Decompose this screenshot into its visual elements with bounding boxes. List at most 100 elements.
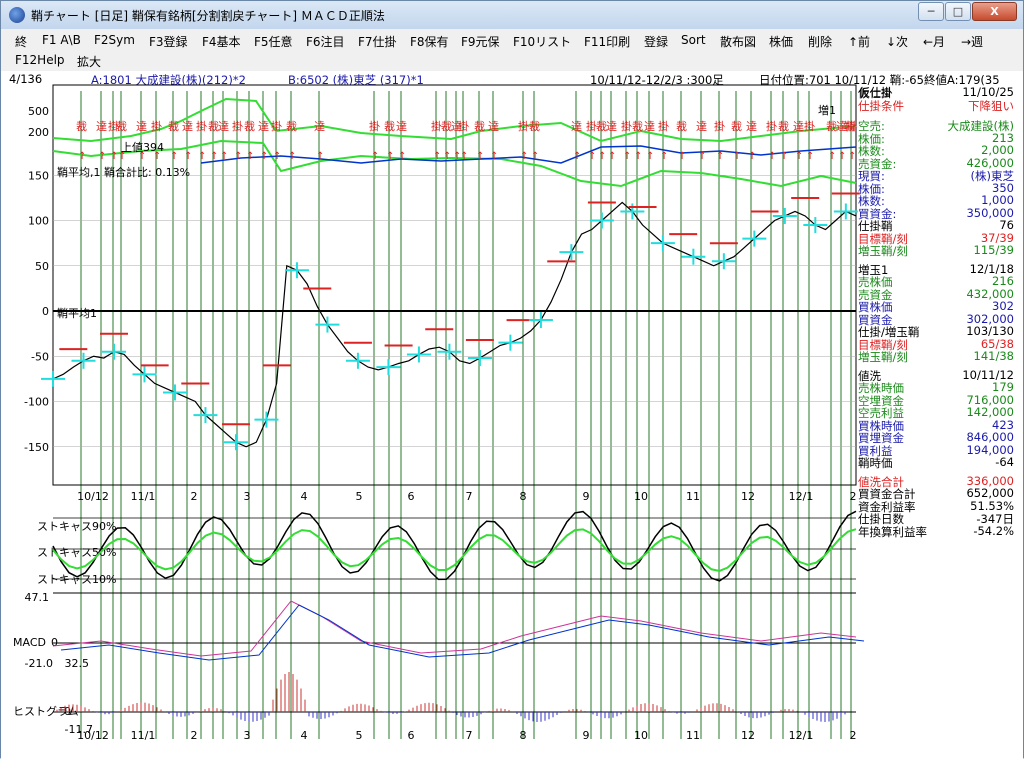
- menu-month[interactable]: ←月: [923, 33, 945, 50]
- arrow-marker: ↑: [678, 151, 686, 162]
- macd-zero-tick: 0: [51, 636, 58, 649]
- x-tick-label-bottom: 11: [686, 729, 700, 742]
- x-tick-label-bottom: 4: [301, 729, 308, 742]
- menu-f10-list[interactable]: F10リスト: [513, 33, 571, 50]
- panel-entry-header: 仮仕掛 11/10/25: [858, 85, 1018, 100]
- arrow-marker: ↑: [371, 151, 379, 162]
- menu-f7-entry[interactable]: F7仕掛: [358, 33, 397, 50]
- panel-row: 空埋資金 716,000: [858, 393, 1018, 408]
- arrow-marker: ↑: [273, 151, 281, 162]
- annotation-label: 裁: [384, 120, 395, 133]
- annotation-label: 達: [218, 120, 229, 133]
- arrow-marker: ↑: [246, 151, 254, 162]
- arrow-marker: ↑: [443, 151, 451, 162]
- x-tick-label: 11/1: [131, 490, 156, 503]
- x-tick-label: 9: [583, 490, 590, 503]
- annotation-label: 達: [488, 120, 499, 133]
- minimize-button[interactable]: ─: [918, 2, 944, 21]
- menu-price[interactable]: 株価: [769, 33, 793, 50]
- x-tick-label-bottom: 9: [583, 729, 590, 742]
- annotation-label: 裁: [116, 120, 127, 133]
- x-tick-label-bottom: 8: [520, 729, 527, 742]
- title-bar[interactable]: 鞘チャート [日足] 鞘保有銘柄[分割割戻チャート] ＭＡＣＤ正順法 ─ □ X: [1, 1, 1023, 29]
- menu-register[interactable]: 登録: [644, 33, 668, 50]
- annotation-label: 達: [644, 120, 655, 133]
- panel-row: 買利益 194,000: [858, 443, 1018, 458]
- x-tick-label: 12: [741, 490, 755, 503]
- x-tick-label-bottom: 10/12: [77, 729, 109, 742]
- panel-entry-condition: 仕掛条件 下降狙い: [858, 98, 1018, 113]
- arrow-marker: ↑: [838, 151, 846, 162]
- arrow-marker: ↑: [733, 151, 741, 162]
- panel-row: 売資金: 426,000: [858, 156, 1018, 171]
- chart-area[interactable]: 4/136 A:1801 大成建設(株)(212)*2 B:6502 (株)東芝…: [1, 71, 1023, 759]
- panel-row: 売株価 216: [858, 274, 1018, 289]
- annotation-label: 達: [258, 120, 269, 133]
- annotation-label: 掛: [369, 119, 380, 133]
- y-tick-label: -150: [24, 441, 49, 454]
- y-tick-label: 200: [28, 126, 49, 139]
- annotation-label: 裁: [778, 120, 789, 133]
- macd-min-tick: -21.0: [25, 657, 53, 670]
- panel-row: 買資金合計 652,000: [858, 486, 1018, 501]
- menu-scatter[interactable]: 散布図: [720, 33, 756, 50]
- arrow-marker: ↑: [646, 151, 654, 162]
- x-tick-label-bottom: 5: [356, 729, 363, 742]
- menu-f5-arbitrary[interactable]: F5任意: [254, 33, 293, 50]
- x-tick-label: 12/1: [789, 490, 814, 503]
- menu-week[interactable]: →週: [961, 33, 983, 50]
- menu-sort[interactable]: Sort: [681, 33, 706, 47]
- annotation-label: 掛: [658, 119, 669, 133]
- annotation-label: 裁: [76, 120, 87, 133]
- annotation-label: 達: [696, 120, 707, 133]
- annotation-label: 裁: [632, 120, 643, 133]
- x-tick-label: 3: [244, 490, 251, 503]
- avg-label: 鞘平均1: [57, 306, 97, 320]
- menu-zoom[interactable]: 拡大: [77, 53, 101, 70]
- menu-f2-sym[interactable]: F2Sym: [94, 33, 135, 47]
- annotation-label: 掛: [518, 119, 529, 133]
- menu-exit[interactable]: 終: [15, 33, 27, 50]
- window-title: 鞘チャート [日足] 鞘保有銘柄[分割割戻チャート] ＭＡＣＤ正順法: [31, 9, 385, 23]
- menu-f3-register[interactable]: F3登録: [149, 33, 188, 50]
- panel-row: 資金利益率 51.53%: [858, 499, 1018, 514]
- x-tick-label-bottom: 11/1: [131, 729, 156, 742]
- arrow-marker: ↑: [634, 151, 642, 162]
- annotation-label: 達: [396, 120, 407, 133]
- panel-row: 売株時価 179: [858, 380, 1018, 395]
- panel-row-label: 年換算利益率: [858, 524, 927, 539]
- arrow-marker: ↑: [170, 151, 178, 162]
- annotation-label: 達: [746, 120, 757, 133]
- annotation-label: 達: [96, 120, 107, 133]
- arrow-marker: ↑: [531, 151, 539, 162]
- menu-f8-hold[interactable]: F8保有: [410, 33, 449, 50]
- menu-f9-orig[interactable]: F9元保: [461, 33, 500, 50]
- x-tick-label: 5: [356, 490, 363, 503]
- menu-prev[interactable]: ↑前: [848, 33, 870, 50]
- annotation-label: 裁: [731, 120, 742, 133]
- menu-delete[interactable]: 削除: [808, 33, 832, 50]
- arrow-marker: ↑: [768, 151, 776, 162]
- arrow-marker: ↑: [210, 151, 218, 162]
- panel-row: 買埋資金 846,000: [858, 430, 1018, 445]
- y-tick-label: 50: [35, 260, 49, 273]
- menu-f6-watch[interactable]: F6注目: [306, 33, 345, 50]
- app-icon: [9, 7, 25, 23]
- menu-f4-basic[interactable]: F4基本: [202, 33, 241, 50]
- spread-label: 鞘: [844, 119, 855, 133]
- annotation-label: 裁: [168, 120, 179, 133]
- menu-next[interactable]: ↓次: [886, 33, 908, 50]
- stoch-10-label: ストキャス10%: [37, 573, 116, 586]
- arrow-marker: ↑: [476, 151, 484, 162]
- panel-row: 目標鞘/刻 37/39: [858, 231, 1018, 246]
- panel-row-value: 141/38: [973, 349, 1014, 363]
- maximize-button[interactable]: □: [945, 2, 971, 21]
- menu-f11-print[interactable]: F11印刷: [584, 33, 630, 50]
- menu-f1-ab[interactable]: F1 A\B: [42, 33, 81, 47]
- stoch-top-tick: 47.1: [25, 591, 50, 604]
- close-button[interactable]: X: [972, 2, 1017, 21]
- annotation-label: 裁: [244, 120, 255, 133]
- panel-row-label: 増玉鞘/刻: [858, 350, 908, 364]
- menu-f12-help[interactable]: F12Help: [15, 53, 65, 67]
- panel-row: 買資金: 350,000: [858, 206, 1018, 221]
